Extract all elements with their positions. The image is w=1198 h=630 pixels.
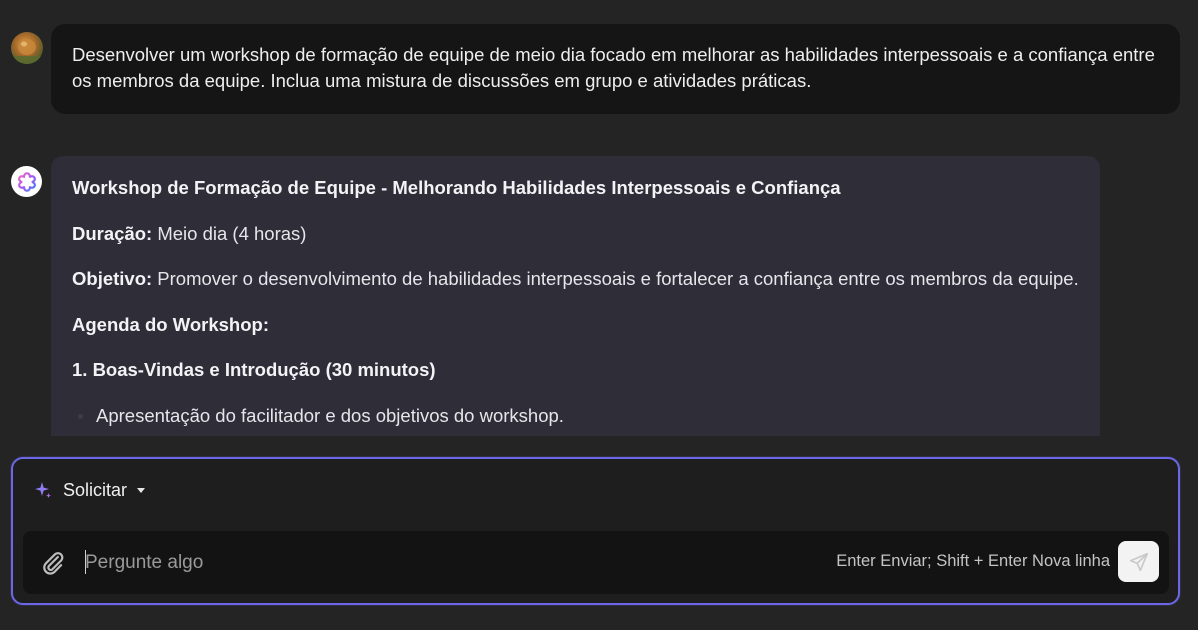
send-icon <box>1129 552 1148 571</box>
agenda-heading: Agenda do Workshop: <box>72 313 269 335</box>
send-hint: Enter Enviar; Shift + Enter Nova linha <box>836 552 1110 570</box>
duration-line: Duração: Meio dia (4 horas) <box>72 222 1079 268</box>
section-1-heading: 1. Boas-Vindas e Introdução (30 minutos) <box>72 359 436 380</box>
list-item-text: Apresentação do facilitador e dos objeti… <box>96 404 564 426</box>
assistant-avatar <box>11 166 42 197</box>
user-message-bubble: Desenvolver um workshop de formação de e… <box>51 24 1180 114</box>
user-avatar[interactable] <box>11 32 43 64</box>
user-message-text: Desenvolver um workshop de formação de e… <box>72 44 1155 91</box>
objective-line: Objetivo: Promover o desenvolvimento de … <box>72 267 1079 313</box>
list-item: Apresentação do facilitador e dos objeti… <box>72 404 1079 437</box>
send-button[interactable] <box>1118 541 1159 582</box>
bullet-dot <box>78 413 83 419</box>
assistant-message-bubble: Workshop de Formação de Equipe - Melhora… <box>51 156 1100 436</box>
composer-panel: Solicitar Enter Enviar; Shift + Enter No… <box>11 457 1180 605</box>
objective-value: Promover o desenvolvimento de habilidade… <box>152 268 1079 289</box>
response-title: Workshop de Formação de Equipe - Melhora… <box>72 177 841 198</box>
duration-value: Meio dia (4 horas) <box>152 222 307 244</box>
assistant-logo-icon <box>17 171 36 192</box>
user-avatar-image <box>11 32 43 64</box>
paperclip-icon[interactable] <box>40 550 66 576</box>
duration-label: Duração: <box>72 222 153 244</box>
objective-label: Objetivo: <box>72 268 153 289</box>
mode-label: Solicitar <box>63 479 128 500</box>
prompt-input[interactable] <box>83 545 787 581</box>
sparkle-icon <box>35 482 51 498</box>
mode-dropdown[interactable]: Solicitar <box>33 478 146 502</box>
chevron-down-icon <box>137 487 146 493</box>
prompt-input-row: Enter Enviar; Shift + Enter Nova linha <box>23 531 1169 594</box>
chat-page: Desenvolver um workshop de formação de e… <box>0 0 1198 630</box>
